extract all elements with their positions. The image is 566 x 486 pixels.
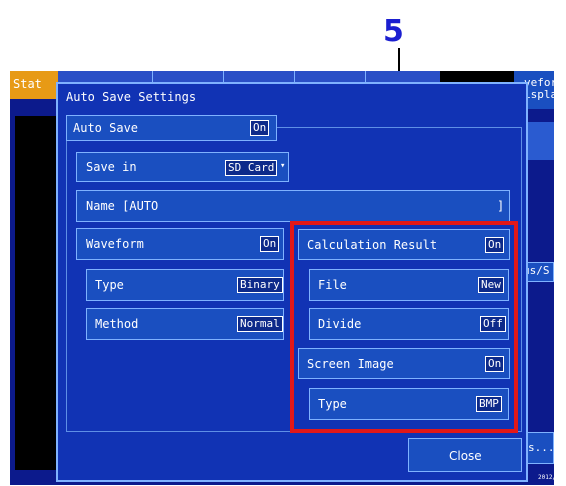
- auto-save-label: Auto Save: [73, 121, 139, 135]
- name-label: Name [AUTO: [86, 199, 159, 213]
- close-label: Close: [449, 449, 482, 463]
- waveform-method-label: Method: [95, 317, 139, 331]
- save-in-label: Save in: [86, 160, 137, 174]
- calc-divide-label: Divide: [318, 317, 362, 331]
- calc-result-row[interactable]: Calculation Result On: [298, 229, 510, 260]
- waveform-type-row[interactable]: Type Binary: [86, 269, 284, 301]
- calc-result-label: Calculation Result: [307, 238, 438, 252]
- calc-file-row[interactable]: File New: [309, 269, 509, 301]
- calc-result-value: On: [485, 237, 505, 253]
- screen-type-value: BMP: [476, 396, 502, 412]
- bottom-right-button[interactable]: s...: [525, 432, 555, 464]
- waveform-label: Waveform: [86, 237, 144, 251]
- screen-type-label: Type: [318, 397, 347, 411]
- screen-image-label: Screen Image: [307, 357, 394, 371]
- close-button[interactable]: Close: [408, 438, 522, 472]
- name-row[interactable]: Name [AUTO ]: [76, 190, 510, 222]
- save-in-row[interactable]: Save in SD Card ▾: [76, 152, 289, 182]
- tab-status[interactable]: Stat: [10, 71, 58, 99]
- waveform-type-label: Type: [95, 278, 124, 292]
- calc-divide-value: Off: [480, 316, 506, 332]
- waveform-method-row[interactable]: Method Normal: [86, 308, 284, 340]
- waveform-method-value: Normal: [237, 316, 283, 332]
- calc-file-label: File: [318, 278, 347, 292]
- save-in-value: SD Card: [225, 160, 278, 176]
- dialog-title: Auto Save Settings: [66, 90, 197, 104]
- auto-save-value: On: [250, 120, 270, 136]
- calc-file-value: New: [478, 277, 504, 293]
- callout-number: 5: [383, 14, 404, 49]
- waveform-black-area: [15, 116, 59, 470]
- bottom-right-button-label: s...: [528, 441, 555, 454]
- screen-type-row[interactable]: Type BMP: [309, 388, 509, 420]
- calc-divide-row[interactable]: Divide Off: [309, 308, 509, 340]
- screen-image-row[interactable]: Screen Image On: [298, 348, 510, 379]
- waveform-value: On: [260, 236, 280, 252]
- tab-status-label: Stat: [13, 77, 42, 91]
- waveform-display-line2: isplay: [524, 88, 564, 101]
- waveform-row[interactable]: Waveform On: [76, 228, 284, 260]
- date-fragment: 2012/01: [538, 474, 564, 481]
- waveform-type-value: Binary: [237, 277, 283, 293]
- screen-image-value: On: [485, 356, 505, 372]
- save-in-chevron-icon: ▾: [280, 161, 286, 171]
- name-bracket: ]: [497, 199, 505, 213]
- auto-save-row[interactable]: Auto Save On: [66, 115, 277, 141]
